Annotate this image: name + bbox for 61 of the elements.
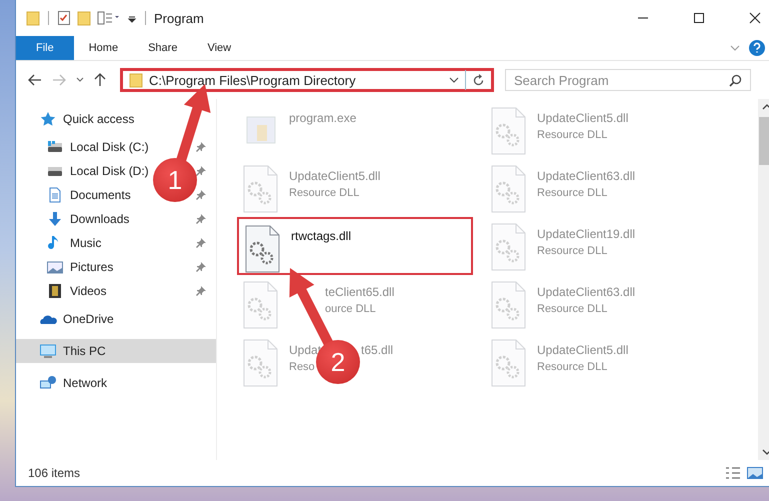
sidebar-item[interactable]: OneDrive bbox=[16, 307, 216, 331]
sidebar-item[interactable]: Videos bbox=[70, 284, 106, 298]
sidebar-item[interactable]: Local Disk (D:) bbox=[70, 164, 149, 178]
sidebar-item[interactable]: Network bbox=[16, 371, 216, 395]
chevron-icon[interactable] bbox=[729, 43, 741, 53]
sidebar-item[interactable]: Local Disk (C:) bbox=[70, 140, 149, 154]
file-type: Resource DLL bbox=[537, 303, 608, 315]
file-type: Resource DLL bbox=[537, 361, 608, 373]
search-icon bbox=[729, 74, 742, 87]
pin-icon[interactable] bbox=[196, 142, 206, 152]
pin-icon[interactable] bbox=[196, 166, 206, 176]
close-icon[interactable] bbox=[749, 12, 761, 24]
item-count: 106 items bbox=[28, 466, 80, 480]
download-icon bbox=[46, 211, 64, 227]
file-type: Resource DLL bbox=[537, 129, 608, 141]
properties-icon[interactable] bbox=[57, 10, 71, 26]
file-type: Reso bbox=[289, 361, 315, 373]
star-icon bbox=[39, 111, 57, 127]
sidebar-item[interactable]: Music bbox=[70, 236, 102, 250]
pin-icon[interactable] bbox=[196, 214, 206, 224]
window-title: Program bbox=[154, 10, 204, 26]
computer-icon bbox=[39, 343, 57, 359]
search-field[interactable]: Search Program bbox=[505, 69, 751, 91]
ribbon-tab[interactable]: Home bbox=[74, 36, 134, 60]
address-path: C:\Program Files\Program Directory bbox=[149, 72, 357, 88]
folder-icon bbox=[129, 72, 143, 88]
back-arrow-icon[interactable] bbox=[28, 74, 42, 86]
file-type: Resource DLL bbox=[537, 187, 608, 199]
sidebar-item[interactable]: Downloads bbox=[70, 212, 130, 226]
pin-icon[interactable] bbox=[196, 190, 206, 200]
dropdown-caret-icon[interactable] bbox=[449, 76, 459, 84]
network-icon bbox=[39, 375, 57, 391]
sidebar-item[interactable]: Documents bbox=[70, 188, 131, 202]
help-icon[interactable] bbox=[749, 40, 765, 56]
pin-icon[interactable] bbox=[196, 238, 206, 248]
ribbon-tab[interactable]: File bbox=[16, 36, 74, 60]
view-options-icon[interactable] bbox=[97, 10, 121, 26]
scroll-up-icon[interactable] bbox=[762, 103, 769, 111]
file-type: ource DLL bbox=[325, 303, 376, 315]
sidebar-item[interactable]: Pictures bbox=[70, 260, 114, 274]
drive-icon bbox=[46, 139, 64, 155]
picture-icon bbox=[46, 259, 64, 275]
large-icons-view-icon[interactable] bbox=[747, 466, 763, 480]
pin-icon[interactable] bbox=[196, 262, 206, 272]
ribbon-tab[interactable]: View bbox=[192, 36, 246, 60]
details-view-icon[interactable] bbox=[725, 466, 741, 480]
sidebar-item[interactable]: This PC bbox=[16, 339, 216, 363]
address-bar[interactable]: C:\Program Files\Program Directory bbox=[120, 68, 494, 92]
file-name[interactable]: rtwctags.dll bbox=[291, 229, 352, 243]
pin-icon[interactable] bbox=[196, 286, 206, 296]
ribbon-tab[interactable]: Share bbox=[133, 36, 192, 60]
sidebar-item[interactable]: Quick access bbox=[16, 107, 216, 131]
recent-caret-icon[interactable] bbox=[76, 77, 84, 83]
film-icon bbox=[46, 283, 64, 299]
file-type: Resource DLL bbox=[289, 187, 360, 199]
maximize-icon[interactable] bbox=[693, 12, 705, 24]
scroll-down-icon[interactable] bbox=[762, 448, 769, 456]
file-tile[interactable]: rtwctags.dll bbox=[237, 217, 473, 275]
file-type: Resource DLL bbox=[537, 245, 608, 257]
up-arrow-icon[interactable] bbox=[94, 73, 106, 87]
refresh-icon[interactable] bbox=[472, 74, 485, 86]
